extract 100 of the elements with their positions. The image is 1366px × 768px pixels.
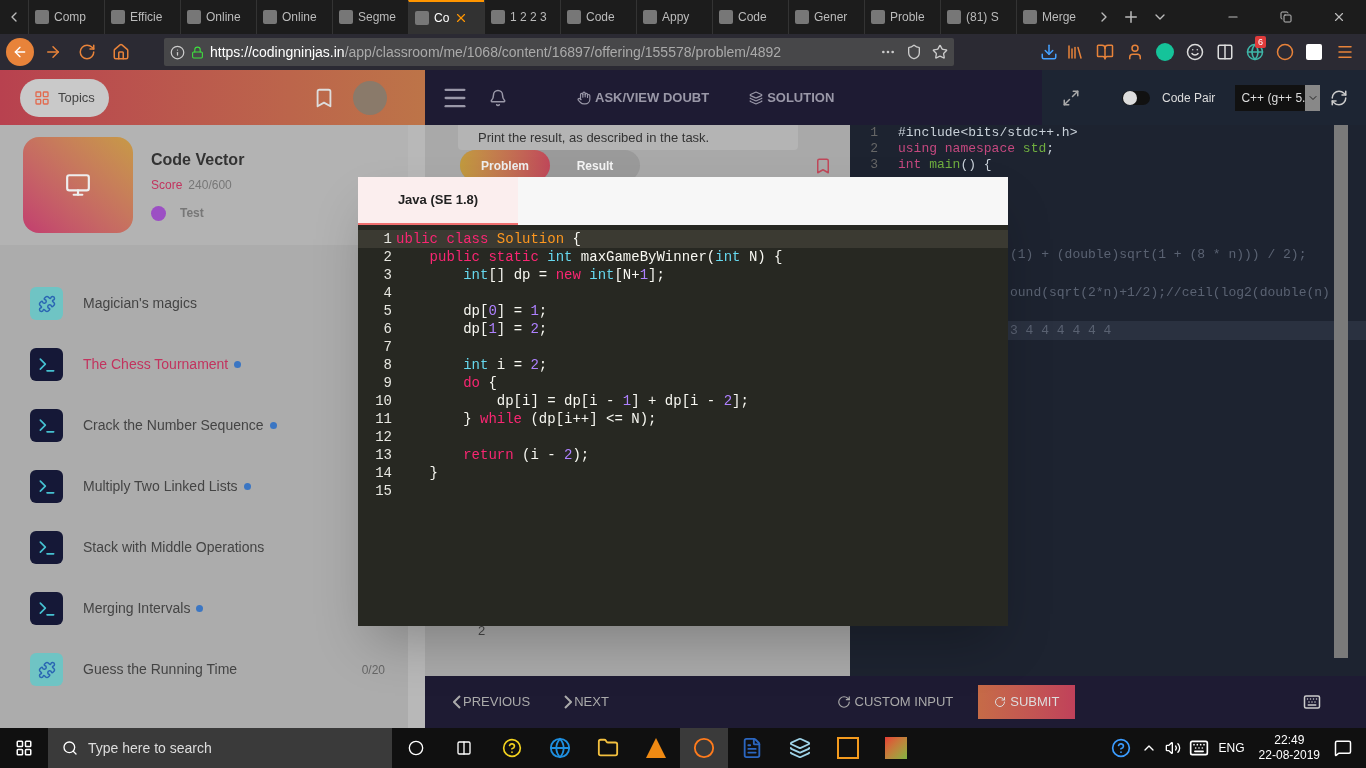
code-line: (1) + (double)sqrt(1 + (8 * n))) / 2); bbox=[1010, 245, 1307, 264]
download-icon[interactable] bbox=[1040, 43, 1058, 61]
topic-item[interactable]: Merging Intervals bbox=[83, 598, 191, 619]
terminal-icon[interactable] bbox=[30, 470, 63, 503]
ask-doubt-button[interactable]: ASK/VIEW DOUBT bbox=[577, 87, 710, 108]
keyboard-icon[interactable] bbox=[1188, 738, 1209, 758]
favicon-icon bbox=[35, 10, 49, 24]
line-number: 10 bbox=[374, 391, 392, 411]
terminal-icon[interactable] bbox=[30, 348, 63, 381]
favicon-icon bbox=[871, 10, 885, 24]
terminal-icon[interactable] bbox=[30, 592, 63, 625]
language-indicator[interactable]: ENG bbox=[1218, 739, 1245, 757]
code-line: ublic class Solution { bbox=[396, 229, 581, 249]
help-icon[interactable] bbox=[1110, 738, 1131, 758]
forward-icon[interactable] bbox=[44, 43, 62, 61]
restore-icon[interactable] bbox=[1280, 11, 1292, 23]
windows-icon bbox=[15, 739, 33, 757]
favicon-icon bbox=[339, 10, 353, 24]
topic-item[interactable]: Multiply Two Linked Lists bbox=[83, 476, 238, 497]
task-view-icon[interactable] bbox=[456, 740, 472, 756]
notifications-icon[interactable] bbox=[1334, 739, 1352, 757]
home-icon[interactable] bbox=[112, 43, 130, 61]
code-line: int i = 2; bbox=[462, 355, 548, 375]
code-line: dp[i] = dp[i - 1] + dp[i - 2]; bbox=[495, 391, 749, 411]
bookmark-star-icon[interactable] bbox=[932, 44, 948, 60]
bell-icon[interactable] bbox=[489, 88, 507, 107]
code-line: return (i - 2); bbox=[462, 445, 590, 465]
favicon-icon bbox=[643, 10, 657, 24]
extension-icon[interactable] bbox=[1276, 43, 1294, 61]
topic-item[interactable]: Crack the Number Sequence bbox=[83, 415, 264, 436]
app-icon[interactable] bbox=[789, 737, 811, 759]
topic-item[interactable]: Magician's magics bbox=[83, 293, 197, 314]
progress-count: 0/20 bbox=[361, 661, 385, 679]
line-number: 3 bbox=[869, 156, 878, 175]
favicon-icon bbox=[1023, 10, 1037, 24]
line-number: 4 bbox=[382, 283, 392, 303]
extension-icon[interactable] bbox=[1156, 43, 1174, 61]
favicon-icon bbox=[947, 10, 961, 24]
back-button[interactable] bbox=[6, 38, 34, 66]
url-text: https://codingninjas.in/app/classroom/me/1068/content/16897/offering/155578/problem/4892 bbox=[210, 42, 782, 62]
next-button[interactable]: NEXT bbox=[564, 692, 609, 712]
account-icon[interactable] bbox=[1126, 43, 1144, 61]
chevron-right-icon bbox=[564, 695, 573, 709]
favicon-icon bbox=[187, 10, 201, 24]
chevron-left-icon bbox=[453, 695, 461, 709]
puzzle-icon[interactable] bbox=[30, 287, 63, 320]
new-tab-icon[interactable] bbox=[1122, 8, 1140, 26]
code-pair-toggle[interactable] bbox=[1122, 90, 1150, 105]
line-number: 2 bbox=[869, 140, 878, 159]
app-icon[interactable] bbox=[502, 738, 522, 758]
favicon-icon bbox=[415, 11, 429, 25]
course-title: Code Vector bbox=[151, 150, 245, 170]
favicon-icon bbox=[795, 10, 809, 24]
favicon-icon bbox=[263, 10, 277, 24]
info-icon bbox=[170, 44, 185, 60]
library-icon[interactable] bbox=[1066, 43, 1084, 61]
refresh-icon[interactable] bbox=[1330, 88, 1349, 107]
notification-badge: 6 bbox=[1255, 36, 1266, 48]
close-icon[interactable] bbox=[1332, 10, 1346, 24]
search-field[interactable]: Type here to search bbox=[48, 728, 392, 768]
solution-button[interactable]: SOLUTION bbox=[749, 87, 835, 108]
menu-icon[interactable] bbox=[1336, 43, 1354, 61]
keyboard-icon[interactable] bbox=[1303, 693, 1321, 711]
code-line: #include<bits/stdc++.h> bbox=[898, 124, 1078, 143]
extension-icon[interactable] bbox=[1246, 43, 1264, 61]
monitor-icon bbox=[65, 172, 91, 198]
topic-item[interactable]: Guess the Running Time bbox=[83, 659, 238, 680]
code-line: do { bbox=[462, 373, 497, 393]
address-bar[interactable]: https://codingninjas.in/app/classroom/me/1068/content/16897/offering/155578/problem/4892 bbox=[164, 38, 954, 66]
favicon-icon bbox=[111, 10, 125, 24]
terminal-icon[interactable] bbox=[30, 409, 63, 442]
cortana-icon[interactable] bbox=[408, 740, 424, 756]
line-number: 8 bbox=[382, 355, 392, 375]
lock-icon bbox=[191, 45, 204, 59]
search-icon bbox=[62, 740, 78, 756]
favicon-icon bbox=[567, 10, 581, 24]
line-number: 15 bbox=[374, 481, 392, 501]
fullscreen-icon[interactable] bbox=[1062, 88, 1080, 107]
reload-icon[interactable] bbox=[78, 43, 96, 61]
puzzle-icon[interactable] bbox=[30, 653, 63, 686]
avatar bbox=[353, 80, 387, 115]
score-label: Score bbox=[151, 177, 183, 194]
line-number: 11 bbox=[374, 409, 392, 429]
problem-text: Print the result, as described in the task. bbox=[478, 130, 710, 145]
terminal-icon[interactable] bbox=[30, 531, 63, 564]
custom-input-button[interactable]: CUSTOM INPUT bbox=[836, 692, 954, 712]
line-number: 6 bbox=[382, 319, 392, 339]
volume-icon[interactable] bbox=[1164, 740, 1181, 756]
app-icon[interactable] bbox=[837, 737, 859, 759]
previous-button[interactable]: PREVIOUS bbox=[453, 692, 531, 712]
topic-item[interactable]: Stack with Middle Operations bbox=[83, 537, 265, 558]
line-number: 12 bbox=[374, 427, 392, 447]
browser-tab[interactable]: Co bbox=[408, 0, 484, 34]
topics-button[interactable]: Topics bbox=[20, 78, 109, 117]
clock[interactable]: 22:49 22-08-2019 bbox=[1258, 733, 1320, 763]
language-select[interactable]: C++ (g++ 5. bbox=[1235, 84, 1321, 111]
reader-icon[interactable] bbox=[1096, 43, 1114, 61]
code-line: public static int maxGameByWinner(int N) { bbox=[428, 247, 783, 267]
language-tab[interactable]: Java (SE 1.8) bbox=[358, 177, 518, 225]
folder-icon[interactable] bbox=[597, 737, 619, 759]
